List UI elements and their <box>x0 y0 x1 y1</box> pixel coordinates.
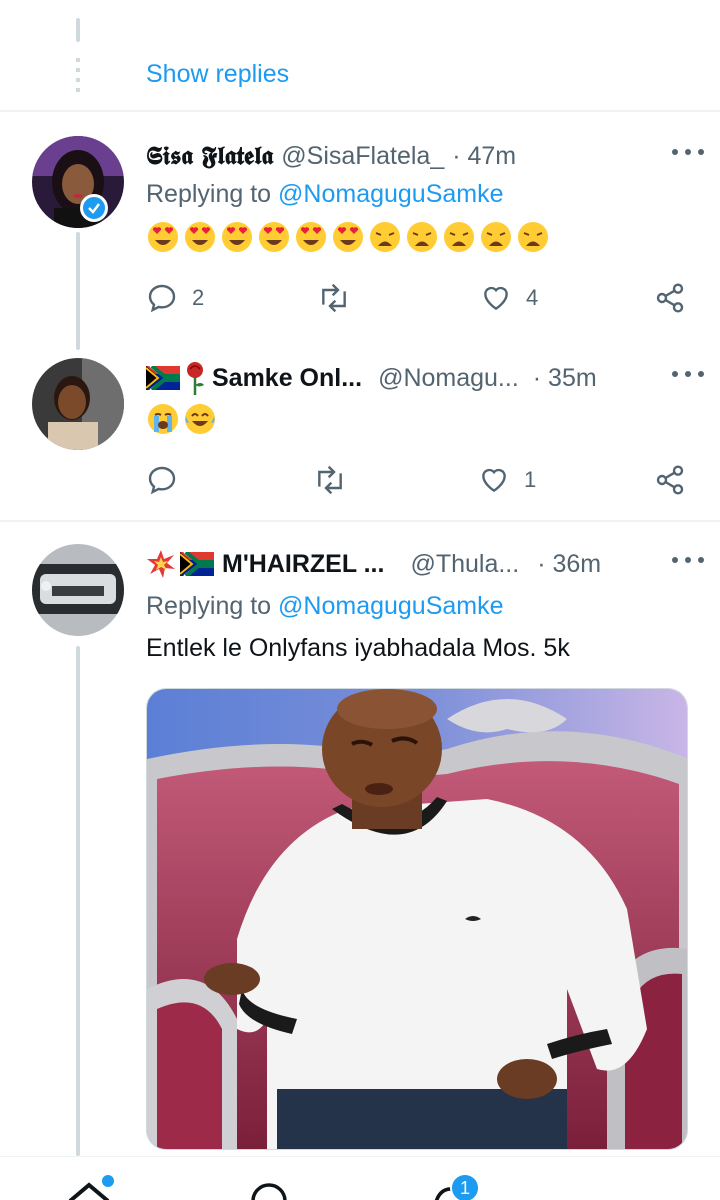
handle[interactable]: @Nomagu... <box>378 364 519 393</box>
home-new-indicator <box>102 1175 114 1187</box>
collision-icon <box>146 549 176 579</box>
replying-to-label: Replying to <box>146 592 279 620</box>
like-button[interactable]: 4 <box>480 278 538 318</box>
avatar[interactable] <box>32 544 124 636</box>
show-replies-link[interactable]: Show replies <box>146 60 289 89</box>
heart-eyes-emoji-icon <box>257 222 294 252</box>
crying-emoji-icon <box>146 404 183 434</box>
heart-eyes-emoji-icon <box>146 222 183 252</box>
retweet-icon <box>322 283 346 313</box>
weary-emoji-icon <box>516 222 553 252</box>
reply-icon <box>148 284 176 313</box>
retweet-button[interactable] <box>316 278 352 318</box>
reply-count: 2 <box>192 285 205 310</box>
flag-icon <box>145 364 182 392</box>
handle[interactable]: @SisaFlatela_ <box>281 142 444 171</box>
flag-icon <box>179 550 216 578</box>
messages-icon[interactable] <box>606 1181 652 1200</box>
like-count: 1 <box>524 467 537 492</box>
share-button[interactable] <box>654 278 686 318</box>
tears-of-joy-emoji-icon <box>183 404 220 434</box>
replying-to: Replying to @NomaguguSamke <box>146 180 504 209</box>
share-icon <box>656 465 684 495</box>
handle[interactable]: @Thula... <box>410 550 519 579</box>
tweet-header: Samke Onl... @Nomagu... · 35m <box>145 358 700 398</box>
heart-eyes-emoji-icon <box>294 222 331 252</box>
tweet-emoji-row <box>146 402 220 436</box>
timestamp[interactable]: · 47m <box>452 142 516 171</box>
timestamp[interactable]: · 36m <box>537 550 601 579</box>
mention-link[interactable]: @NomaguguSamke <box>278 180 504 208</box>
like-count: 4 <box>526 285 539 310</box>
display-name[interactable]: M'HAIRZEL ... <box>222 550 384 579</box>
tweet[interactable]: Samke Onl... @Nomagu... · 35m 1 <box>0 358 720 518</box>
retweet-icon <box>318 465 342 495</box>
tweet-actions: 1 <box>146 460 700 500</box>
avatar[interactable] <box>32 358 124 450</box>
divider <box>0 110 720 112</box>
reply-button[interactable] <box>146 460 178 500</box>
thread-dots <box>76 58 80 92</box>
weary-emoji-icon <box>479 222 516 252</box>
rose-icon <box>184 361 206 395</box>
heart-icon <box>482 468 506 493</box>
tweet-actions: 2 4 <box>146 278 700 318</box>
bottom-navigation: 1 <box>0 1156 720 1200</box>
tweet-header: 𝕾𝖎𝖘𝖆 𝕱𝖑𝖆𝖙𝖊𝖑𝖆 @SisaFlatela_ · 47m <box>146 136 700 176</box>
timestamp[interactable]: · 35m <box>533 364 597 393</box>
retweet-button[interactable] <box>312 460 348 500</box>
share-button[interactable] <box>654 460 686 500</box>
more-options-icon[interactable] <box>672 548 704 572</box>
display-name[interactable]: Samke Onl... <box>212 364 362 393</box>
display-name[interactable]: 𝕾𝖎𝖘𝖆 𝕱𝖑𝖆𝖙𝖊𝖑𝖆 <box>146 141 273 171</box>
reply-icon <box>148 466 176 495</box>
show-replies-row: Show replies <box>0 0 720 110</box>
search-icon[interactable] <box>248 1181 294 1200</box>
more-options-icon[interactable] <box>672 140 704 164</box>
tweet-text: Entlek le Onlyfans iyabhadala Mos. 5k <box>146 634 570 662</box>
notification-badge: 1 <box>450 1173 480 1200</box>
tweet-media-image[interactable] <box>146 688 688 1150</box>
like-button[interactable]: 1 <box>478 460 536 500</box>
heart-icon <box>484 286 508 311</box>
heart-eyes-emoji-icon <box>220 222 257 252</box>
divider <box>0 520 720 522</box>
tweet-header: M'HAIRZEL ... @Thula... · 36m <box>146 544 700 584</box>
reply-button[interactable]: 2 <box>146 278 204 318</box>
share-icon <box>656 283 684 313</box>
more-options-icon[interactable] <box>672 362 704 386</box>
weary-emoji-icon <box>405 222 442 252</box>
tweet[interactable]: 𝕾𝖎𝖘𝖆 𝕱𝖑𝖆𝖙𝖊𝖑𝖆 @SisaFlatela_ · 47m Replyin… <box>0 136 720 336</box>
avatar[interactable] <box>32 136 124 228</box>
verified-badge-icon <box>80 194 108 222</box>
weary-emoji-icon <box>442 222 479 252</box>
replying-to: Replying to @NomaguguSamke <box>146 592 504 621</box>
tweet-emoji-row <box>146 220 553 254</box>
replying-to-label: Replying to <box>146 180 279 208</box>
heart-eyes-emoji-icon <box>183 222 220 252</box>
weary-emoji-icon <box>368 222 405 252</box>
mention-link[interactable]: @NomaguguSamke <box>278 592 504 620</box>
heart-eyes-emoji-icon <box>331 222 368 252</box>
